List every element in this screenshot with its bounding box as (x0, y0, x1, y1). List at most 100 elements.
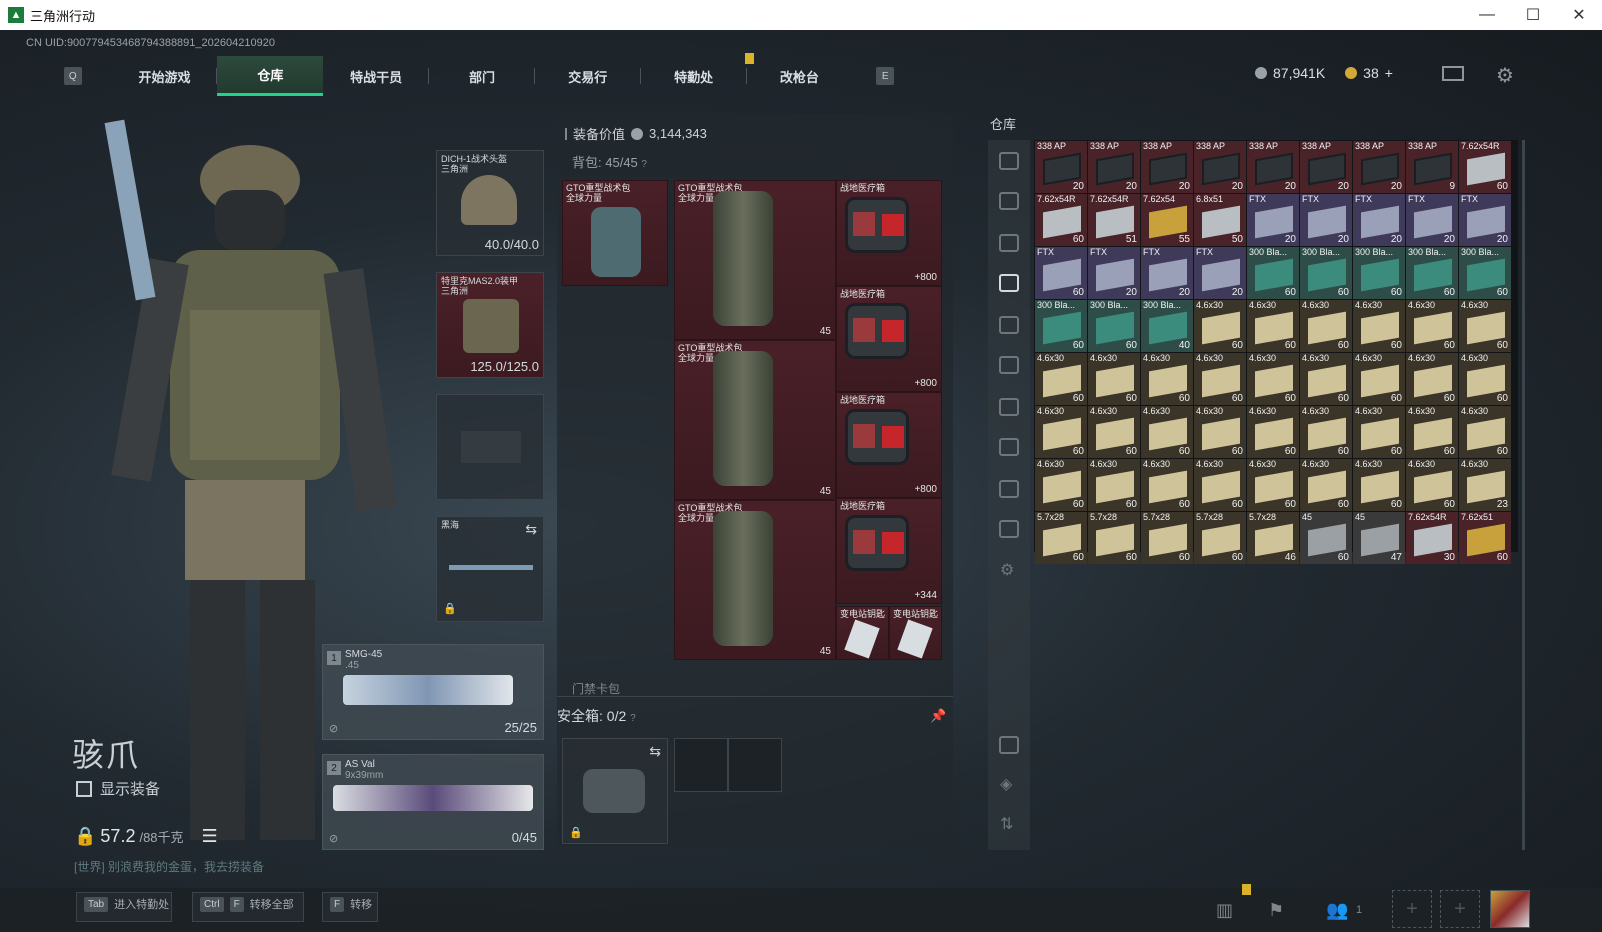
storage-item-cell[interactable]: 300 Bla... 60 (1247, 247, 1299, 299)
invite-slot-button[interactable]: + (1392, 890, 1432, 928)
storage-item-cell[interactable]: 6.8x51 50 (1194, 194, 1246, 246)
storage-item-cell[interactable]: 4.6x30 60 (1353, 406, 1405, 458)
safebox-slot[interactable]: ⇆ 🔒 (562, 738, 668, 844)
stats-chart-icon[interactable]: ▥ (1216, 900, 1233, 921)
helmet-slot[interactable]: DICH-1战术头盔 三角洲 40.0/40.0 (436, 150, 544, 256)
sort-icon[interactable]: ⇅ (1000, 814, 1013, 834)
storage-item-cell[interactable]: 4.6x30 60 (1141, 459, 1193, 511)
storage-item-cell[interactable]: 4.6x30 60 (1406, 406, 1458, 458)
layers-icon[interactable]: ◈ (1000, 774, 1012, 794)
storage-item-cell[interactable]: 4.6x30 60 (1459, 406, 1511, 458)
storage-item-cell[interactable]: 4.6x30 60 (1194, 459, 1246, 511)
gun-category-icon[interactable] (999, 520, 1019, 538)
storage-item-cell[interactable]: 338 AP 20 (1247, 141, 1299, 193)
storage-item-cell[interactable]: 4.6x30 60 (1247, 300, 1299, 352)
storage-item-cell[interactable]: 338 AP 20 (1353, 141, 1405, 193)
inventory-item[interactable]: 变电站钥匙 (836, 606, 889, 660)
storage-item-cell[interactable]: 4.6x30 60 (1459, 300, 1511, 352)
squad-icon[interactable]: 👥 (1326, 900, 1348, 921)
storage-item-cell[interactable]: 4.6x30 60 (1194, 353, 1246, 405)
storage-item-cell[interactable]: 4.6x30 60 (1353, 459, 1405, 511)
storage-item-cell[interactable]: 300 Bla... 60 (1088, 300, 1140, 352)
inventory-item[interactable]: 战地医疗箱 +800 (836, 286, 942, 392)
checkbox[interactable] (76, 780, 92, 797)
storage-item-cell[interactable]: FTX 20 (1459, 194, 1511, 246)
list-icon[interactable]: ☰ (202, 826, 218, 847)
storage-item-cell[interactable]: 4.6x30 60 (1353, 300, 1405, 352)
storage-item-cell[interactable]: FTX 20 (1300, 194, 1352, 246)
storage-item-cell[interactable]: 4.6x30 60 (1088, 406, 1140, 458)
storage-item-cell[interactable]: 7.62x54R 60 (1459, 141, 1511, 193)
storage-item-cell[interactable]: 5.7x28 60 (1035, 512, 1087, 564)
storage-item-cell[interactable]: 4.6x30 60 (1141, 353, 1193, 405)
safebox-empty-slot[interactable] (674, 738, 728, 792)
storage-item-cell[interactable]: 4.6x30 60 (1194, 406, 1246, 458)
storage-item-cell[interactable]: 7.62x54R 30 (1406, 512, 1458, 564)
storage-item-cell[interactable]: 5.7x28 46 (1247, 512, 1299, 564)
storage-item-cell[interactable]: 4.6x30 60 (1141, 406, 1193, 458)
close-button[interactable]: ✕ (1556, 0, 1602, 30)
flag-icon[interactable]: ⚑ (1268, 900, 1284, 921)
gun-category-icon[interactable] (999, 480, 1019, 498)
storage-item-cell[interactable]: 4.6x30 60 (1088, 353, 1140, 405)
storage-item-cell[interactable]: 4.6x30 60 (1406, 459, 1458, 511)
character-icon[interactable] (999, 736, 1019, 754)
weapon-card-2[interactable]: 2 AS Val 9x39mm ⊘ 0/45 (322, 754, 544, 850)
gun-category-icon[interactable] (999, 234, 1019, 252)
add-currency-button[interactable]: + (1385, 65, 1393, 81)
inventory-item[interactable]: 战地医疗箱 +344 (836, 498, 942, 604)
backpack-item[interactable]: GTO重型战术包 全球力量 (562, 180, 668, 286)
swap-icon[interactable]: ⇆ (649, 743, 661, 760)
storage-item-cell[interactable]: 5.7x28 60 (1194, 512, 1246, 564)
tab-warehouse[interactable]: 仓库 (217, 56, 324, 96)
storage-item-cell[interactable]: FTX 20 (1247, 194, 1299, 246)
storage-item-cell[interactable]: 4.6x30 60 (1194, 300, 1246, 352)
storage-item-cell[interactable]: 4.6x30 60 (1459, 353, 1511, 405)
storage-item-cell[interactable]: 4.6x30 60 (1406, 353, 1458, 405)
storage-item-cell[interactable]: 338 AP 9 (1406, 141, 1458, 193)
storage-item-cell[interactable]: 5.7x28 60 (1141, 512, 1193, 564)
storage-item-cell[interactable]: 4.6x30 60 (1088, 459, 1140, 511)
storage-item-cell[interactable]: 4.6x30 60 (1300, 406, 1352, 458)
storage-item-cell[interactable]: 338 AP 20 (1300, 141, 1352, 193)
tab-start-game[interactable]: 开始游戏 (112, 56, 218, 96)
inventory-item[interactable]: 战地医疗箱 +800 (836, 392, 942, 498)
weapon-card-1[interactable]: 1 SMG-45 .45 ⊘ 25/25 (322, 644, 544, 740)
storage-item-cell[interactable]: 338 AP 20 (1035, 141, 1087, 193)
storage-item-cell[interactable]: 300 Bla... 40 (1141, 300, 1193, 352)
storage-item-cell[interactable]: 4.6x30 23 (1459, 459, 1511, 511)
inventory-item[interactable]: GTO重型战术包 全球力量 45 (674, 500, 836, 660)
help-icon[interactable]: ? (641, 159, 647, 170)
ammo-category-icon[interactable] (999, 274, 1019, 292)
storage-item-cell[interactable]: 45 60 (1300, 512, 1352, 564)
storage-item-cell[interactable]: FTX 20 (1141, 247, 1193, 299)
storage-item-cell[interactable]: 5.7x28 60 (1088, 512, 1140, 564)
help-icon[interactable]: ? (630, 713, 636, 724)
invite-slot-button[interactable]: + (1440, 890, 1480, 928)
inventory-item[interactable]: 变电站钥匙 (889, 606, 942, 660)
storage-item-cell[interactable]: FTX 20 (1406, 194, 1458, 246)
gear-icon[interactable]: ⚙ (1000, 560, 1014, 580)
storage-item-cell[interactable]: 300 Bla... 60 (1406, 247, 1458, 299)
mail-icon[interactable] (1442, 66, 1464, 81)
maximize-button[interactable]: ☐ (1510, 0, 1556, 30)
gun-category-icon[interactable] (999, 316, 1019, 334)
storage-item-cell[interactable]: 338 AP 20 (1194, 141, 1246, 193)
settings-gear-icon[interactable]: ⚙ (1496, 63, 1514, 88)
storage-item-cell[interactable]: 300 Bla... 60 (1300, 247, 1352, 299)
safebox-empty-slot[interactable] (728, 738, 782, 792)
storage-item-cell[interactable]: FTX 20 (1353, 194, 1405, 246)
gun-category-icon[interactable] (999, 192, 1019, 210)
storage-item-cell[interactable]: 4.6x30 60 (1247, 459, 1299, 511)
storage-item-cell[interactable]: 7.62x54R 60 (1035, 194, 1087, 246)
swap-icon[interactable]: ⇆ (525, 521, 537, 538)
storage-item-cell[interactable]: 45 47 (1353, 512, 1405, 564)
armor-slot[interactable]: 特里克MAS2.0装甲 三角洲 125.0/125.0 (436, 272, 544, 378)
gun-category-icon[interactable] (999, 438, 1019, 456)
gun-category-icon[interactable] (999, 356, 1019, 374)
tab-department[interactable]: 部门 (429, 56, 535, 96)
storage-item-cell[interactable]: 4.6x30 60 (1035, 459, 1087, 511)
pin-icon[interactable]: 📌 (930, 708, 946, 724)
storage-item-cell[interactable]: 7.62x54 55 (1141, 194, 1193, 246)
storage-item-cell[interactable]: 4.6x30 60 (1035, 406, 1087, 458)
